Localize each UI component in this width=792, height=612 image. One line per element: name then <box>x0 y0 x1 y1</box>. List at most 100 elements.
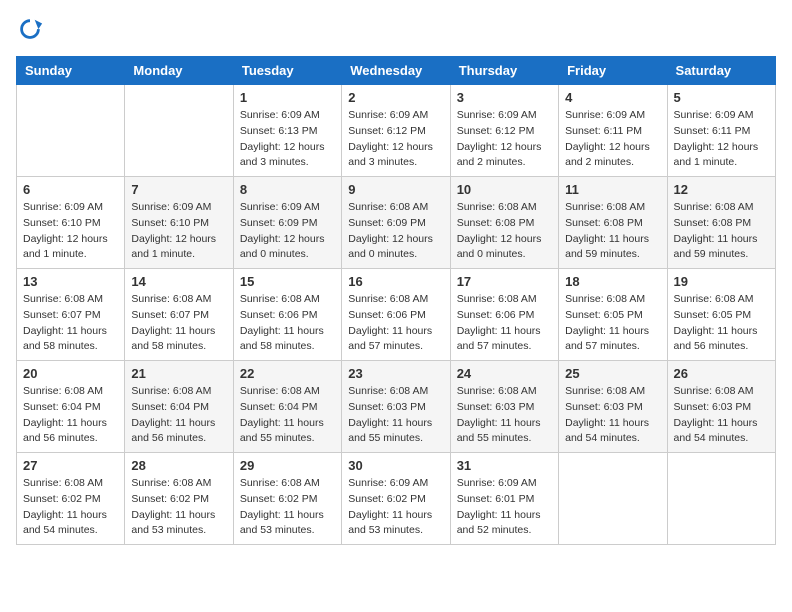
day-number: 17 <box>457 274 552 289</box>
page-header <box>16 16 776 44</box>
weekday-header: Friday <box>559 57 667 85</box>
calendar-week-row: 6 Sunrise: 6:09 AMSunset: 6:10 PMDayligh… <box>17 177 776 269</box>
calendar-cell: 13 Sunrise: 6:08 AMSunset: 6:07 PMDaylig… <box>17 269 125 361</box>
day-number: 31 <box>457 458 552 473</box>
day-info: Sunrise: 6:08 AMSunset: 6:03 PMDaylight:… <box>565 385 649 444</box>
calendar-cell: 23 Sunrise: 6:08 AMSunset: 6:03 PMDaylig… <box>342 361 450 453</box>
calendar-cell: 25 Sunrise: 6:08 AMSunset: 6:03 PMDaylig… <box>559 361 667 453</box>
day-info: Sunrise: 6:09 AMSunset: 6:11 PMDaylight:… <box>674 109 759 168</box>
day-info: Sunrise: 6:09 AMSunset: 6:11 PMDaylight:… <box>565 109 650 168</box>
day-info: Sunrise: 6:08 AMSunset: 6:07 PMDaylight:… <box>131 293 215 352</box>
calendar-cell <box>17 85 125 177</box>
day-info: Sunrise: 6:09 AMSunset: 6:12 PMDaylight:… <box>457 109 542 168</box>
calendar-cell: 2 Sunrise: 6:09 AMSunset: 6:12 PMDayligh… <box>342 85 450 177</box>
day-info: Sunrise: 6:08 AMSunset: 6:02 PMDaylight:… <box>23 477 107 536</box>
day-number: 19 <box>674 274 769 289</box>
calendar-week-row: 1 Sunrise: 6:09 AMSunset: 6:13 PMDayligh… <box>17 85 776 177</box>
calendar-cell <box>125 85 233 177</box>
day-info: Sunrise: 6:08 AMSunset: 6:05 PMDaylight:… <box>565 293 649 352</box>
calendar-cell: 18 Sunrise: 6:08 AMSunset: 6:05 PMDaylig… <box>559 269 667 361</box>
day-info: Sunrise: 6:08 AMSunset: 6:09 PMDaylight:… <box>348 201 433 260</box>
calendar-cell: 31 Sunrise: 6:09 AMSunset: 6:01 PMDaylig… <box>450 453 558 545</box>
day-info: Sunrise: 6:09 AMSunset: 6:02 PMDaylight:… <box>348 477 432 536</box>
day-info: Sunrise: 6:08 AMSunset: 6:04 PMDaylight:… <box>131 385 215 444</box>
calendar-cell: 14 Sunrise: 6:08 AMSunset: 6:07 PMDaylig… <box>125 269 233 361</box>
calendar-cell: 30 Sunrise: 6:09 AMSunset: 6:02 PMDaylig… <box>342 453 450 545</box>
calendar-cell: 12 Sunrise: 6:08 AMSunset: 6:08 PMDaylig… <box>667 177 775 269</box>
calendar-cell: 9 Sunrise: 6:08 AMSunset: 6:09 PMDayligh… <box>342 177 450 269</box>
day-info: Sunrise: 6:09 AMSunset: 6:13 PMDaylight:… <box>240 109 325 168</box>
calendar-cell: 26 Sunrise: 6:08 AMSunset: 6:03 PMDaylig… <box>667 361 775 453</box>
day-number: 28 <box>131 458 226 473</box>
calendar-cell: 20 Sunrise: 6:08 AMSunset: 6:04 PMDaylig… <box>17 361 125 453</box>
day-number: 15 <box>240 274 335 289</box>
day-info: Sunrise: 6:09 AMSunset: 6:10 PMDaylight:… <box>131 201 216 260</box>
calendar-cell: 7 Sunrise: 6:09 AMSunset: 6:10 PMDayligh… <box>125 177 233 269</box>
day-info: Sunrise: 6:09 AMSunset: 6:12 PMDaylight:… <box>348 109 433 168</box>
day-info: Sunrise: 6:08 AMSunset: 6:06 PMDaylight:… <box>457 293 541 352</box>
day-number: 22 <box>240 366 335 381</box>
calendar-cell: 27 Sunrise: 6:08 AMSunset: 6:02 PMDaylig… <box>17 453 125 545</box>
day-info: Sunrise: 6:08 AMSunset: 6:02 PMDaylight:… <box>131 477 215 536</box>
calendar-cell: 1 Sunrise: 6:09 AMSunset: 6:13 PMDayligh… <box>233 85 341 177</box>
weekday-header: Thursday <box>450 57 558 85</box>
calendar-cell: 19 Sunrise: 6:08 AMSunset: 6:05 PMDaylig… <box>667 269 775 361</box>
calendar-cell: 5 Sunrise: 6:09 AMSunset: 6:11 PMDayligh… <box>667 85 775 177</box>
calendar-cell: 21 Sunrise: 6:08 AMSunset: 6:04 PMDaylig… <box>125 361 233 453</box>
calendar-cell: 4 Sunrise: 6:09 AMSunset: 6:11 PMDayligh… <box>559 85 667 177</box>
day-number: 9 <box>348 182 443 197</box>
day-info: Sunrise: 6:08 AMSunset: 6:04 PMDaylight:… <box>23 385 107 444</box>
day-info: Sunrise: 6:08 AMSunset: 6:08 PMDaylight:… <box>457 201 542 260</box>
calendar-cell: 22 Sunrise: 6:08 AMSunset: 6:04 PMDaylig… <box>233 361 341 453</box>
day-info: Sunrise: 6:08 AMSunset: 6:06 PMDaylight:… <box>348 293 432 352</box>
weekday-header: Saturday <box>667 57 775 85</box>
calendar-cell: 17 Sunrise: 6:08 AMSunset: 6:06 PMDaylig… <box>450 269 558 361</box>
day-number: 8 <box>240 182 335 197</box>
day-number: 10 <box>457 182 552 197</box>
calendar-week-row: 13 Sunrise: 6:08 AMSunset: 6:07 PMDaylig… <box>17 269 776 361</box>
calendar-cell: 6 Sunrise: 6:09 AMSunset: 6:10 PMDayligh… <box>17 177 125 269</box>
day-number: 1 <box>240 90 335 105</box>
day-number: 3 <box>457 90 552 105</box>
logo-icon <box>16 16 44 44</box>
day-info: Sunrise: 6:09 AMSunset: 6:01 PMDaylight:… <box>457 477 541 536</box>
day-info: Sunrise: 6:08 AMSunset: 6:03 PMDaylight:… <box>674 385 758 444</box>
calendar-cell: 15 Sunrise: 6:08 AMSunset: 6:06 PMDaylig… <box>233 269 341 361</box>
calendar-week-row: 27 Sunrise: 6:08 AMSunset: 6:02 PMDaylig… <box>17 453 776 545</box>
weekday-header: Sunday <box>17 57 125 85</box>
calendar-cell: 29 Sunrise: 6:08 AMSunset: 6:02 PMDaylig… <box>233 453 341 545</box>
day-number: 29 <box>240 458 335 473</box>
calendar-cell: 8 Sunrise: 6:09 AMSunset: 6:09 PMDayligh… <box>233 177 341 269</box>
day-number: 13 <box>23 274 118 289</box>
day-info: Sunrise: 6:08 AMSunset: 6:02 PMDaylight:… <box>240 477 324 536</box>
day-number: 23 <box>348 366 443 381</box>
day-number: 6 <box>23 182 118 197</box>
calendar-cell <box>667 453 775 545</box>
day-number: 11 <box>565 182 660 197</box>
weekday-header: Monday <box>125 57 233 85</box>
calendar-cell: 24 Sunrise: 6:08 AMSunset: 6:03 PMDaylig… <box>450 361 558 453</box>
day-number: 7 <box>131 182 226 197</box>
day-info: Sunrise: 6:08 AMSunset: 6:07 PMDaylight:… <box>23 293 107 352</box>
logo <box>16 16 48 44</box>
day-number: 27 <box>23 458 118 473</box>
calendar-cell <box>559 453 667 545</box>
day-info: Sunrise: 6:09 AMSunset: 6:09 PMDaylight:… <box>240 201 325 260</box>
day-info: Sunrise: 6:08 AMSunset: 6:04 PMDaylight:… <box>240 385 324 444</box>
day-number: 25 <box>565 366 660 381</box>
day-number: 12 <box>674 182 769 197</box>
day-info: Sunrise: 6:08 AMSunset: 6:03 PMDaylight:… <box>348 385 432 444</box>
calendar-cell: 11 Sunrise: 6:08 AMSunset: 6:08 PMDaylig… <box>559 177 667 269</box>
day-number: 30 <box>348 458 443 473</box>
weekday-header: Tuesday <box>233 57 341 85</box>
calendar-table: SundayMondayTuesdayWednesdayThursdayFrid… <box>16 56 776 545</box>
day-info: Sunrise: 6:08 AMSunset: 6:03 PMDaylight:… <box>457 385 541 444</box>
day-info: Sunrise: 6:08 AMSunset: 6:05 PMDaylight:… <box>674 293 758 352</box>
day-info: Sunrise: 6:08 AMSunset: 6:08 PMDaylight:… <box>674 201 758 260</box>
day-number: 21 <box>131 366 226 381</box>
day-info: Sunrise: 6:08 AMSunset: 6:08 PMDaylight:… <box>565 201 649 260</box>
day-number: 24 <box>457 366 552 381</box>
day-number: 18 <box>565 274 660 289</box>
calendar-week-row: 20 Sunrise: 6:08 AMSunset: 6:04 PMDaylig… <box>17 361 776 453</box>
day-number: 26 <box>674 366 769 381</box>
